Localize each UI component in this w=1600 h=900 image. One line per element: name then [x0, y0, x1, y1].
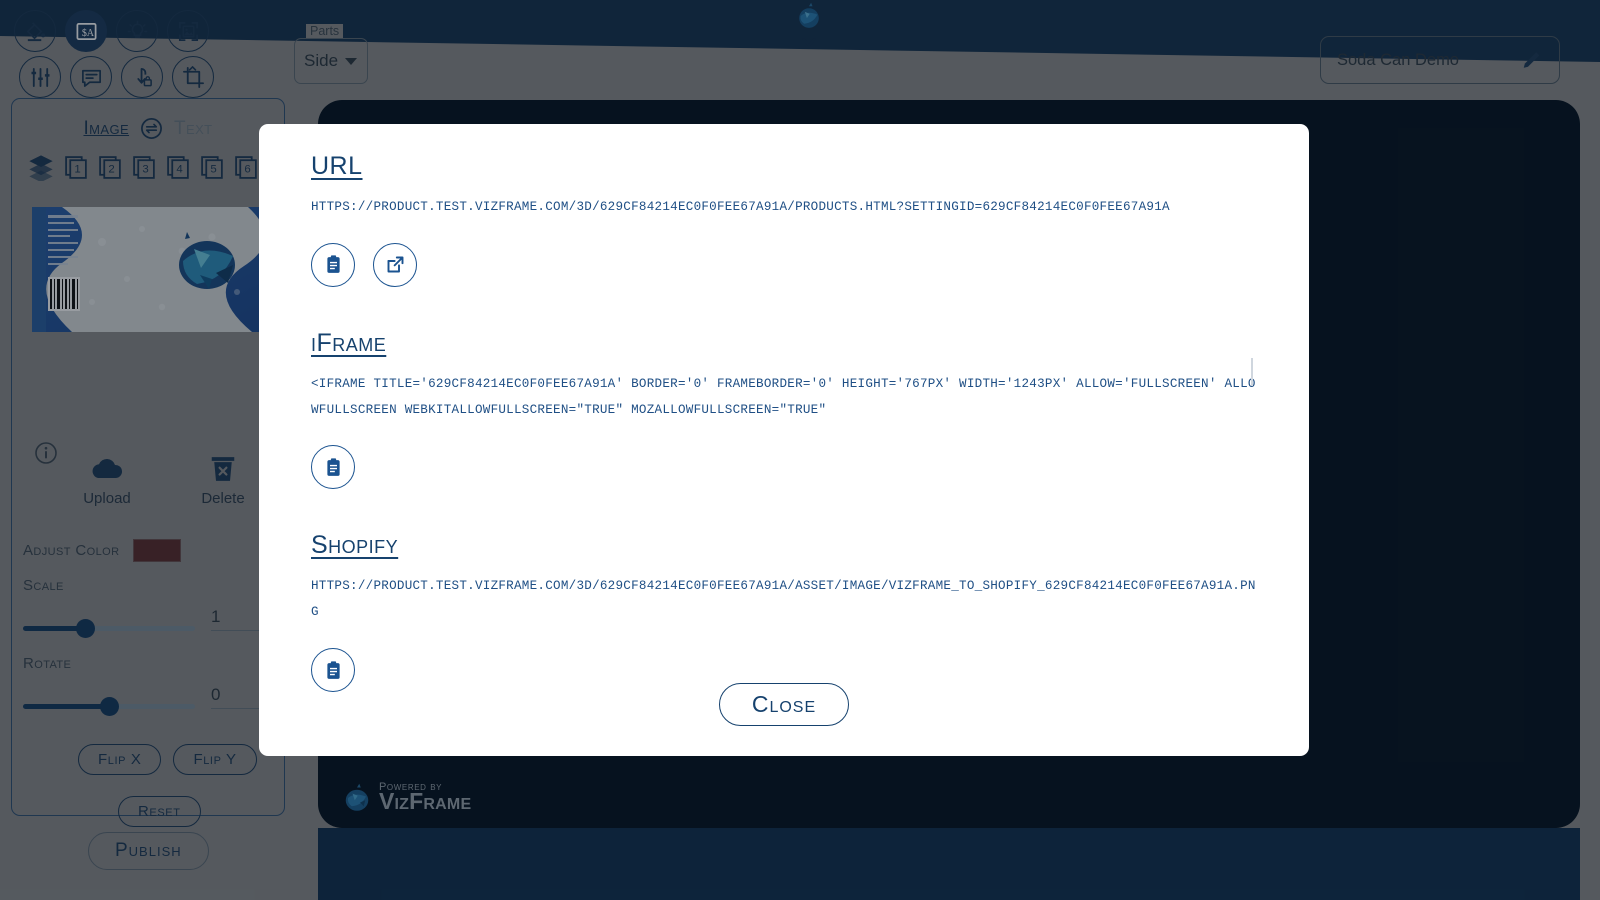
iframe-section: iFrame <iframe title='629cf84214ec0f0fee… — [311, 329, 1257, 490]
clipboard-icon — [326, 255, 340, 274]
iframe-section-title: iFrame — [311, 328, 387, 357]
modal-body: URL https://product.test.vizframe.com/3d… — [259, 124, 1309, 693]
clipboard-icon — [326, 660, 340, 679]
iframe-scroll-indicator — [1251, 358, 1253, 386]
iframe-value[interactable]: <iframe title='629cf84214ec0f0fee67a91a'… — [311, 372, 1257, 424]
clipboard-icon — [326, 458, 340, 476]
iframe-actions — [311, 445, 1257, 490]
copy-url-button[interactable] — [311, 242, 355, 287]
url-actions — [311, 242, 1257, 287]
close-button[interactable]: Close — [718, 683, 850, 726]
modal-footer: Close — [259, 683, 1309, 726]
copy-iframe-button[interactable] — [311, 445, 355, 490]
external-link-icon — [387, 256, 403, 273]
url-value[interactable]: https://product.test.vizframe.com/3d/629… — [311, 195, 1257, 221]
url-section-title: URL — [311, 152, 363, 180]
open-url-button[interactable] — [373, 242, 417, 287]
url-section: URL https://product.test.vizframe.com/3d… — [311, 152, 1257, 287]
shopify-section: Shopify https://product.test.vizframe.co… — [311, 531, 1257, 693]
shopify-value[interactable]: https://product.test.vizframe.com/3d/629… — [311, 574, 1257, 626]
shopify-section-title: Shopify — [311, 531, 399, 560]
share-links-modal: URL https://product.test.vizframe.com/3d… — [259, 124, 1309, 756]
